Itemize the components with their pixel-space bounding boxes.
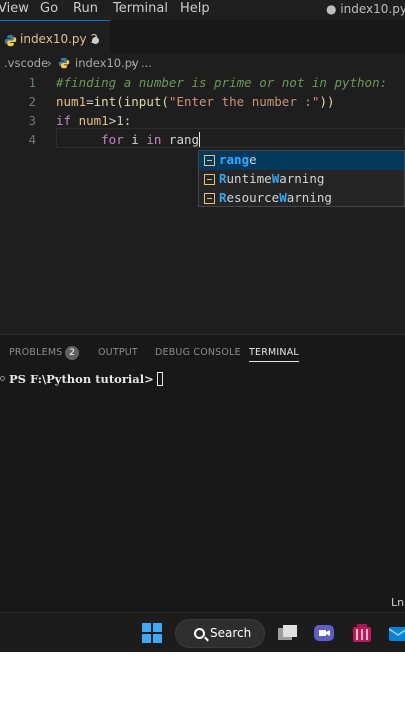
- vscode-window: View Go Run Terminal Help ● index10.py -…: [0, 0, 405, 652]
- code-comment: #finding a number is prime or not in pyt…: [56, 75, 388, 90]
- problems-count-badge: 2: [65, 346, 79, 360]
- python-file-icon: [4, 32, 17, 51]
- breadcrumb-symbols[interactable]: ...: [141, 56, 152, 70]
- menu-help[interactable]: Help: [180, 1, 210, 16]
- chevron-right-icon: ›: [131, 56, 136, 70]
- task-view-icon[interactable]: [277, 623, 299, 647]
- store-app-icon[interactable]: [352, 623, 372, 647]
- menu-run[interactable]: Run: [73, 1, 98, 16]
- bottom-panel: PROBLEMS 2 OUTPUT DEBUG CONSOLE TERMINAL…: [0, 334, 405, 604]
- class-symbol-icon: [204, 193, 215, 204]
- breadcrumb-file[interactable]: index10.py: [75, 56, 139, 70]
- suggestion-item[interactable]: range: [199, 151, 404, 170]
- class-symbol-icon: [204, 174, 215, 185]
- suggestion-item[interactable]: ResourceWarning: [199, 189, 404, 208]
- cursor-position-status[interactable]: Ln: [391, 596, 404, 609]
- command-decoration-icon[interactable]: [0, 376, 5, 381]
- text-cursor: [199, 132, 201, 147]
- tab-index10-py[interactable]: index10.py 2: [0, 20, 110, 53]
- meet-chat-icon[interactable]: [313, 623, 335, 647]
- status-bar: Ln: [0, 594, 405, 612]
- tab-problems[interactable]: PROBLEMS: [9, 347, 62, 358]
- editor-tab-bar: index10.py 2: [0, 20, 405, 53]
- code-line-1: #finding a number is prime or not in pyt…: [56, 75, 387, 90]
- unsaved-dot-icon[interactable]: [92, 37, 99, 44]
- windows-taskbar: Search: [0, 612, 405, 652]
- code-line-2: num1=int(input("Enter the number :")): [56, 94, 335, 109]
- code-line-3: if num1>1:: [56, 113, 132, 128]
- mail-icon[interactable]: [388, 623, 405, 647]
- suggestion-item[interactable]: RuntimeWarning: [199, 170, 404, 189]
- menu-go[interactable]: Go: [40, 1, 58, 16]
- line-number: 2: [28, 94, 36, 109]
- tab-terminal[interactable]: TERMINAL: [249, 347, 299, 362]
- menu-bar: View Go Run Terminal Help ● index10.py -: [0, 0, 405, 20]
- code-line-4: for i in rang: [101, 132, 201, 147]
- breadcrumb-folder[interactable]: .vscode: [4, 56, 48, 70]
- tab-debug-console[interactable]: DEBUG CONSOLE: [155, 347, 241, 358]
- menu-terminal[interactable]: Terminal: [113, 1, 168, 16]
- windows-start-icon[interactable]: [142, 623, 162, 643]
- autocomplete-suggestions: range RuntimeWarning ResourceWarning: [198, 150, 405, 207]
- python-file-icon: [58, 57, 70, 72]
- line-number: 3: [28, 113, 36, 128]
- window-title: ● index10.py -: [326, 2, 405, 16]
- keyword-symbol-icon: [204, 155, 215, 166]
- menu-view[interactable]: View: [0, 1, 29, 16]
- tab-output[interactable]: OUTPUT: [98, 347, 138, 358]
- search-label: Search: [210, 626, 252, 640]
- terminal-prompt[interactable]: PS F:\Python tutorial>: [9, 372, 163, 386]
- taskbar-search-button[interactable]: Search: [175, 619, 265, 648]
- line-number: 4: [28, 132, 36, 147]
- line-number: 1: [28, 75, 36, 90]
- breadcrumb: .vscode › index10.py › ...: [0, 55, 405, 73]
- search-icon: [194, 628, 205, 639]
- tab-label: index10.py 2: [20, 32, 99, 46]
- terminal-cursor: [156, 372, 163, 386]
- chevron-right-icon: ›: [47, 56, 52, 70]
